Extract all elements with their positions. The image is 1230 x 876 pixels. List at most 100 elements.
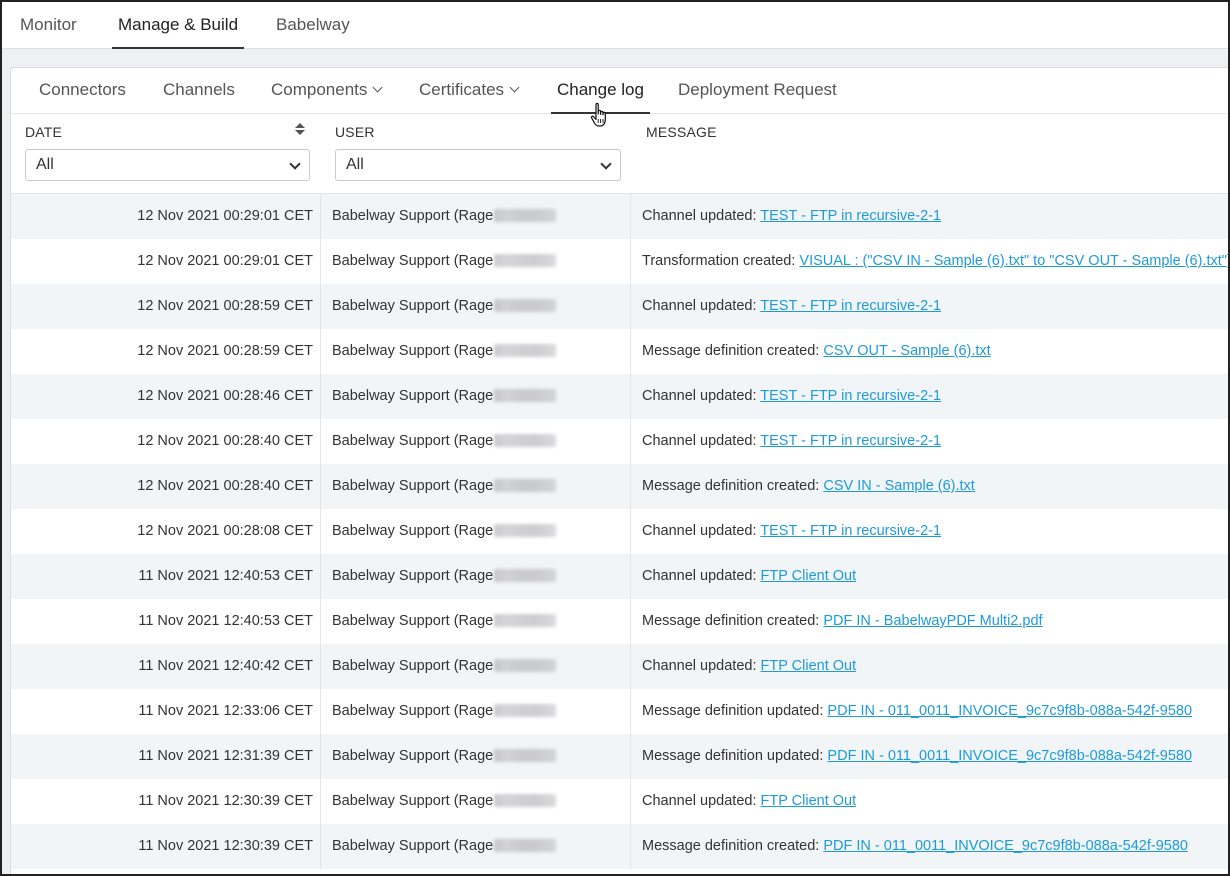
subtab-channels[interactable]: Channels <box>163 68 235 114</box>
redacted-text <box>494 523 557 537</box>
table-row: 12 Nov 2021 00:29:01 CET Babelway Support… <box>11 194 1228 239</box>
row-message-prefix: Channel updated: <box>642 793 757 809</box>
row-user-name: Babelway Support (Rage <box>332 388 494 404</box>
row-message-prefix: Message definition created: <box>642 838 820 854</box>
row-message-prefix: Message definition created: <box>642 478 820 494</box>
row-message-link[interactable]: TEST - FTP in recursive-2-1 <box>760 523 941 539</box>
row-user: Babelway Support (Rage <box>321 284 631 329</box>
column-header-date[interactable]: DATE <box>25 124 62 140</box>
row-message-link[interactable]: VISUAL : ("CSV IN - Sample (6).txt" to "… <box>799 253 1228 269</box>
table-row: 12 Nov 2021 00:28:08 CET Babelway Support… <box>11 509 1228 554</box>
row-user-name: Babelway Support (Rage <box>332 838 494 854</box>
row-message-prefix: Channel updated: <box>642 523 757 539</box>
table-filter-header: DATE USER MESSAGE All All <box>11 114 1228 194</box>
row-message-link[interactable]: TEST - FTP in recursive-2-1 <box>760 433 941 449</box>
change-log-table-body: 12 Nov 2021 00:29:01 CET Babelway Support… <box>11 194 1228 869</box>
row-user-name: Babelway Support (Rage <box>332 343 494 359</box>
row-message-link[interactable]: PDF IN - 011_0011_INVOICE_9c7c9f8b-088a-… <box>827 703 1192 719</box>
row-user: Babelway Support (Rage <box>321 824 631 869</box>
row-user: Babelway Support (Rage <box>321 779 631 824</box>
row-user: Babelway Support (Rage <box>321 194 631 239</box>
row-message: Message definition created: CSV OUT - Sa… <box>631 329 1228 374</box>
user-filter-value: All <box>346 156 364 173</box>
subtab-certificates-label: Certificates <box>419 80 505 99</box>
row-message-link[interactable]: FTP Client Out <box>761 658 857 674</box>
row-date: 12 Nov 2021 00:28:40 CET <box>11 419 321 464</box>
row-date: 11 Nov 2021 12:30:39 CET <box>11 779 321 824</box>
row-user-name: Babelway Support (Rage <box>332 568 494 584</box>
row-message-link[interactable]: FTP Client Out <box>761 793 857 809</box>
row-user: Babelway Support (Rage <box>321 599 631 644</box>
table-row: 11 Nov 2021 12:31:39 CET Babelway Support… <box>11 734 1228 779</box>
row-date: 12 Nov 2021 00:28:46 CET <box>11 374 321 419</box>
chevron-down-icon <box>509 82 520 93</box>
row-user: Babelway Support (Rage <box>321 374 631 419</box>
row-message-link[interactable]: PDF IN - 011_0011_INVOICE_9c7c9f8b-088a-… <box>827 748 1192 764</box>
row-date: 12 Nov 2021 00:28:59 CET <box>11 329 321 374</box>
row-date: 11 Nov 2021 12:40:53 CET <box>11 599 321 644</box>
user-filter-select[interactable]: All <box>335 149 621 181</box>
hand-pointer-cursor-icon <box>590 102 606 127</box>
row-message: Message definition created: PDF IN - Bab… <box>631 599 1228 644</box>
row-message-prefix: Channel updated: <box>642 388 757 404</box>
row-user: Babelway Support (Rage <box>321 554 631 599</box>
row-message-prefix: Channel updated: <box>642 433 757 449</box>
row-date: 12 Nov 2021 00:29:01 CET <box>11 239 321 284</box>
table-row: 12 Nov 2021 00:28:59 CET Babelway Support… <box>11 284 1228 329</box>
tab-monitor[interactable]: Monitor <box>20 2 77 49</box>
row-message-link[interactable]: PDF IN - BabelwayPDF Multi2.pdf <box>823 613 1042 629</box>
tab-babelway[interactable]: Babelway <box>276 2 350 49</box>
row-user-name: Babelway Support (Rage <box>332 298 494 314</box>
row-message-link[interactable]: CSV IN - Sample (6).txt <box>823 478 974 494</box>
row-message-link[interactable]: TEST - FTP in recursive-2-1 <box>760 208 941 224</box>
sort-icon[interactable] <box>295 123 305 137</box>
chevron-down-icon <box>372 82 383 93</box>
redacted-text <box>494 478 557 492</box>
row-user: Babelway Support (Rage <box>321 509 631 554</box>
change-log-panel: Connectors Channels Components Certifica… <box>10 67 1228 874</box>
row-date: 11 Nov 2021 12:40:42 CET <box>11 644 321 689</box>
row-user: Babelway Support (Rage <box>321 734 631 779</box>
row-message-prefix: Channel updated: <box>642 658 757 674</box>
row-message-prefix: Transformation created: <box>642 253 796 269</box>
chevron-down-icon <box>289 158 301 170</box>
row-message: Channel updated: FTP Client Out <box>631 644 1228 689</box>
subtab-components[interactable]: Components <box>271 68 383 114</box>
row-message-link[interactable]: TEST - FTP in recursive-2-1 <box>760 298 941 314</box>
row-user-name: Babelway Support (Rage <box>332 523 494 539</box>
table-row: 11 Nov 2021 12:33:06 CET Babelway Support… <box>11 689 1228 734</box>
row-message-prefix: Message definition created: <box>642 613 820 629</box>
row-message: Channel updated: TEST - FTP in recursive… <box>631 194 1228 239</box>
table-row: 11 Nov 2021 12:30:39 CET Babelway Support… <box>11 779 1228 824</box>
column-header-user: USER <box>335 124 375 140</box>
row-user-name: Babelway Support (Rage <box>332 478 494 494</box>
table-row: 12 Nov 2021 00:29:01 CET Babelway Support… <box>11 239 1228 284</box>
row-user-name: Babelway Support (Rage <box>332 208 494 224</box>
redacted-text <box>494 748 557 762</box>
row-message-prefix: Channel updated: <box>642 298 757 314</box>
date-filter-select[interactable]: All <box>25 149 310 181</box>
row-date: 11 Nov 2021 12:31:39 CET <box>11 734 321 779</box>
subtab-connectors[interactable]: Connectors <box>39 68 126 114</box>
subtab-deployment-request[interactable]: Deployment Request <box>678 68 837 114</box>
row-user-name: Babelway Support (Rage <box>332 748 494 764</box>
row-message-link[interactable]: CSV OUT - Sample (6).txt <box>823 343 990 359</box>
subtab-certificates[interactable]: Certificates <box>419 68 520 114</box>
row-user: Babelway Support (Rage <box>321 689 631 734</box>
row-message-prefix: Message definition created: <box>642 343 820 359</box>
redacted-text <box>494 388 557 402</box>
table-row: 11 Nov 2021 12:40:42 CET Babelway Support… <box>11 644 1228 689</box>
row-message-link[interactable]: PDF IN - 011_0011_INVOICE_9c7c9f8b-088a-… <box>823 838 1188 854</box>
row-date: 11 Nov 2021 12:33:06 CET <box>11 689 321 734</box>
row-user-name: Babelway Support (Rage <box>332 613 494 629</box>
table-row: 12 Nov 2021 00:28:40 CET Babelway Support… <box>11 464 1228 509</box>
redacted-text <box>494 838 557 852</box>
row-user: Babelway Support (Rage <box>321 239 631 284</box>
row-message-link[interactable]: TEST - FTP in recursive-2-1 <box>760 388 941 404</box>
redacted-text <box>494 568 557 582</box>
row-message-link[interactable]: FTP Client Out <box>761 568 857 584</box>
tab-manage-build[interactable]: Manage & Build <box>112 2 245 49</box>
redacted-text <box>494 253 557 267</box>
row-date: 11 Nov 2021 12:40:53 CET <box>11 554 321 599</box>
row-message: Channel updated: TEST - FTP in recursive… <box>631 419 1228 464</box>
